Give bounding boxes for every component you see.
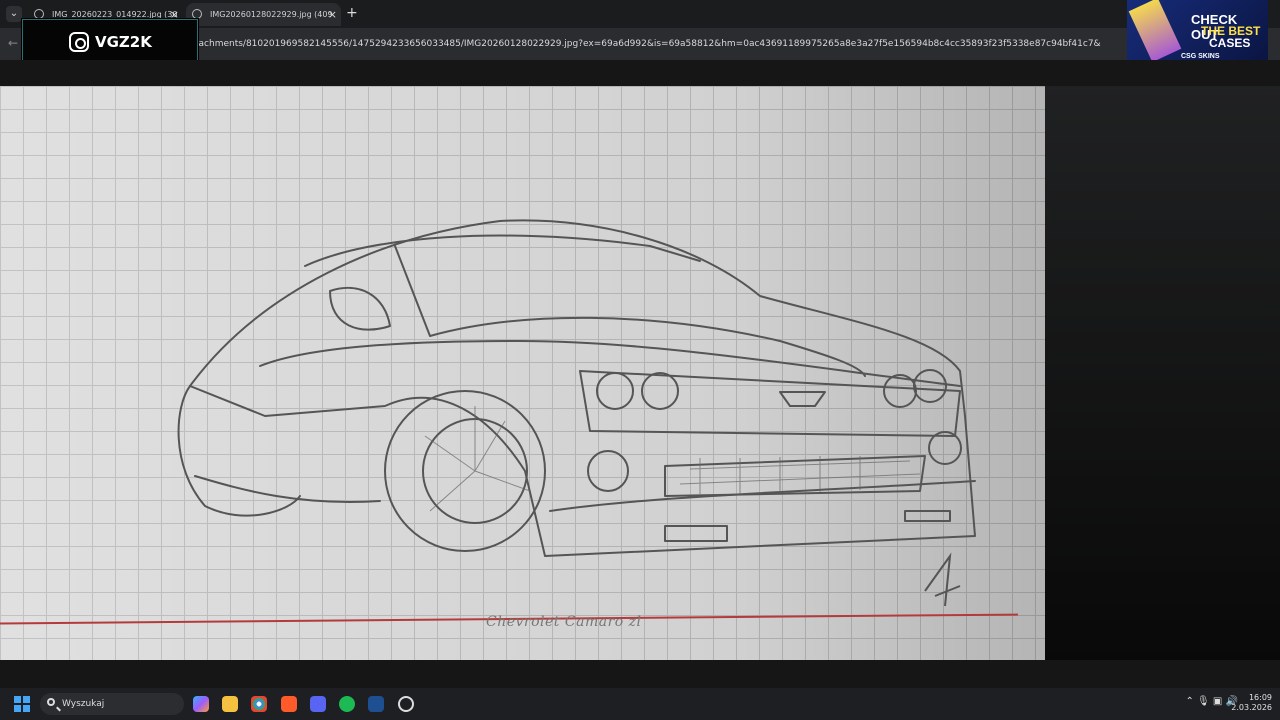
spotify-icon[interactable] xyxy=(339,696,355,712)
file-explorer-icon[interactable] xyxy=(222,696,238,712)
image-viewer: Chevrolet Camaro zl xyxy=(0,60,1280,688)
taskbar-search[interactable]: Wyszukaj xyxy=(40,693,184,715)
windows-taskbar: Wyszukaj ⌃ 🎙 ▣ 🔊 16:09 2.03.2026 xyxy=(0,688,1280,720)
windows-start-icon[interactable] xyxy=(14,696,30,712)
ad-brand: CSG SKINS xyxy=(1181,53,1220,60)
tab-image-2[interactable]: IMG20260128022929.jpg (409 × xyxy=(186,3,341,26)
brave-icon[interactable] xyxy=(281,696,297,712)
overlay-handle: VGZ2K xyxy=(95,33,152,51)
globe-icon xyxy=(34,9,44,19)
discord-icon[interactable] xyxy=(310,696,326,712)
sketch-caption: Chevrolet Camaro zl xyxy=(486,614,642,630)
copilot-icon[interactable] xyxy=(193,696,209,712)
ad-line-3: CASES xyxy=(1209,36,1251,50)
knife-image xyxy=(1128,0,1182,62)
sketch-image: Chevrolet Camaro zl xyxy=(0,86,1045,660)
close-icon[interactable]: × xyxy=(328,3,337,26)
back-icon[interactable]: ← xyxy=(8,36,18,50)
chrome-icon[interactable] xyxy=(251,696,267,712)
tab-search-button[interactable]: ⌄ xyxy=(6,6,22,22)
globe-icon xyxy=(192,9,202,19)
steam-icon[interactable] xyxy=(368,696,384,712)
clock-time: 16:09 xyxy=(1248,693,1272,702)
search-label: Wyszukaj xyxy=(62,699,105,709)
system-tray[interactable]: ⌃ 🎙 ▣ 🔊 xyxy=(1185,696,1238,707)
instagram-icon xyxy=(69,32,89,52)
car-sketch xyxy=(177,219,976,607)
clock-date: 2.03.2026 xyxy=(1231,703,1272,712)
app-icon[interactable] xyxy=(398,696,414,712)
tab-title: IMG20260128022929.jpg (409 xyxy=(210,10,333,19)
search-icon xyxy=(47,698,55,706)
tab-title: IMG_20260223_014922.jpg (30 xyxy=(52,10,178,19)
new-tab-button[interactable]: + xyxy=(346,5,358,21)
address-bar[interactable]: tachments/810201969582145556/14752942336… xyxy=(195,32,1115,56)
csgo-skins-ad[interactable]: CHECK OUT THE BEST CASES CSG SKINS xyxy=(1127,0,1268,62)
taskbar-clock[interactable]: 16:09 2.03.2026 xyxy=(1231,693,1272,713)
photo-background xyxy=(1045,86,1280,660)
